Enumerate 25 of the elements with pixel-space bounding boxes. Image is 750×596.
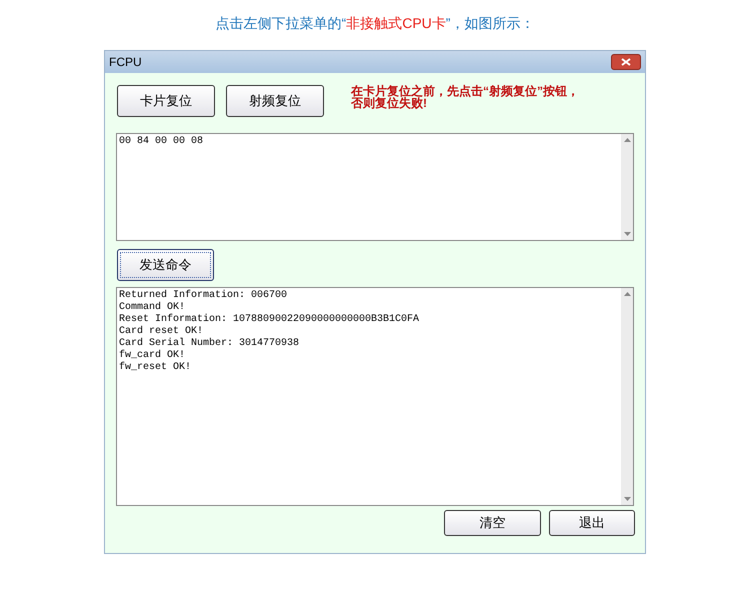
scroll-up-icon[interactable] — [624, 292, 630, 296]
close-icon — [621, 58, 631, 66]
scroll-down-icon[interactable] — [624, 232, 630, 236]
window-title: FCPU — [109, 54, 142, 71]
scroll-up-icon[interactable] — [624, 138, 630, 142]
log-line: fw_reset OK! — [119, 362, 192, 374]
log-line: Card reset OK! — [119, 326, 204, 338]
log-line: Returned Information: 006700 — [119, 290, 288, 302]
log-line: fw_card OK! — [119, 350, 186, 362]
reset-button[interactable]: 射频复位 — [226, 85, 324, 117]
action-button[interactable]: 退出 — [549, 510, 635, 536]
warning-text: 在卡片复位之前，先点击“射频复位”按钮， — [351, 85, 579, 97]
command-input[interactable]: 00 84 00 00 08 — [116, 133, 634, 241]
scroll-down-icon[interactable] — [624, 497, 630, 501]
log-line: Card Serial Number: 3014770938 — [119, 338, 300, 350]
send-command-button[interactable]: 发送命令 — [117, 249, 214, 281]
caption: 点击左侧下拉菜单的“非接触式CPU卡”，如图所示： — [216, 14, 534, 33]
action-button[interactable]: 清空 — [444, 510, 541, 536]
log-line: Command OK! — [119, 302, 186, 314]
scroll-bar[interactable] — [621, 288, 633, 505]
warning-text: 否则复位失败! — [351, 97, 427, 109]
scroll-bar[interactable] — [621, 134, 633, 240]
close-button[interactable] — [611, 54, 641, 70]
log-line: Reset Information: 10788090022090000000000B3B1C0FA — [119, 314, 420, 326]
reset-button[interactable]: 卡片复位 — [117, 85, 215, 117]
